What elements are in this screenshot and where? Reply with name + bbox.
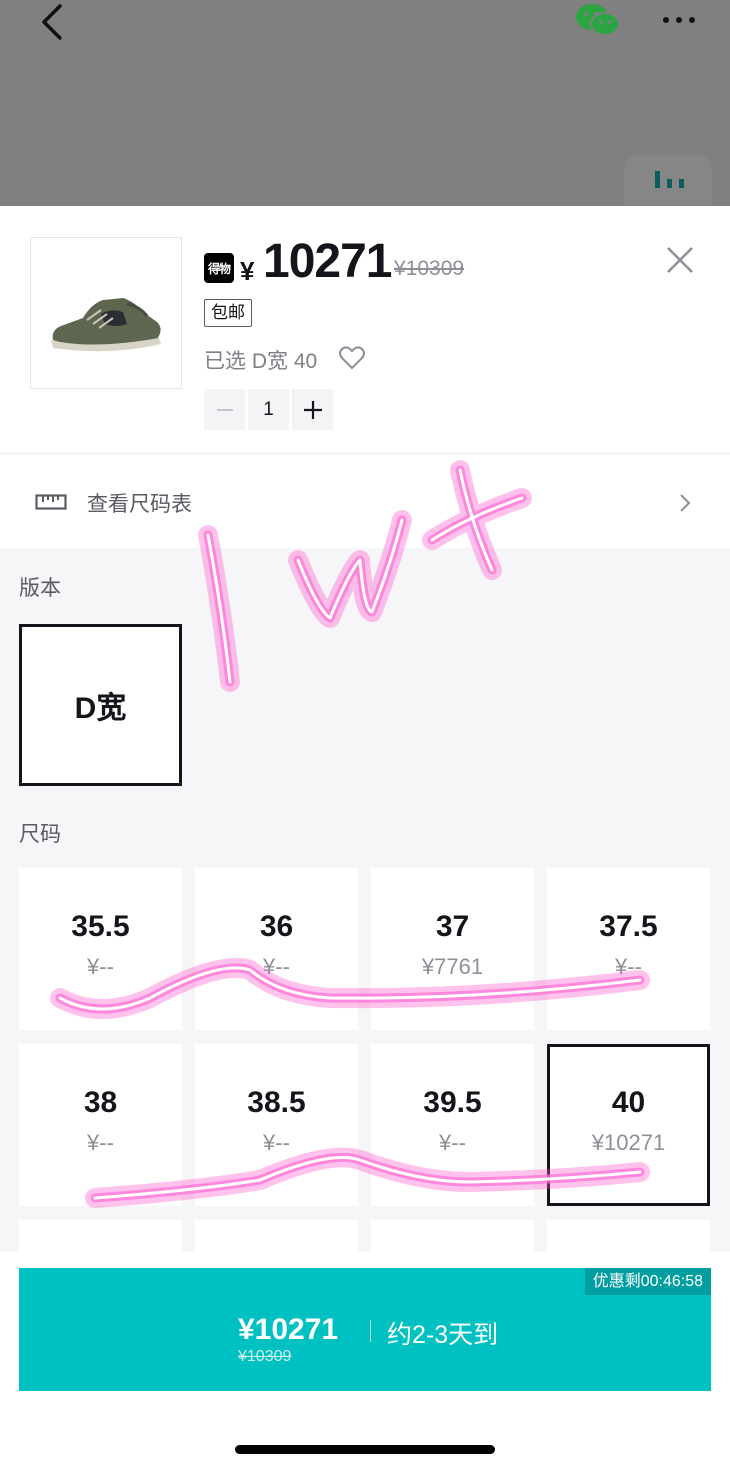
size-number: 35.5 — [71, 910, 130, 943]
selected-sku-text: 已选 D宽 40 — [204, 350, 318, 373]
size-option-35-5[interactable]: 35.5 ¥-- — [19, 868, 182, 1030]
quantity-value[interactable]: 1 — [248, 389, 289, 430]
brand-logo: 得物 — [204, 253, 234, 283]
wechat-icon — [576, 4, 620, 36]
currency-symbol: ¥ — [240, 256, 255, 286]
size-option-39-5[interactable]: 39.5 ¥-- — [371, 1044, 534, 1206]
size-price: ¥-- — [87, 1130, 114, 1155]
more-dots-icon — [663, 17, 695, 23]
size-number: 38 — [83, 1086, 118, 1119]
dimmed-page-overlay[interactable] — [0, 0, 730, 209]
quantity-increase-button[interactable] — [292, 389, 333, 430]
bars-icon — [655, 171, 684, 188]
size-section-label: 尺码 — [19, 823, 61, 846]
home-indicator — [235, 1445, 495, 1454]
close-button[interactable] — [660, 240, 700, 280]
close-icon — [667, 247, 693, 273]
size-price: ¥-- — [615, 954, 642, 979]
separator — [370, 1320, 371, 1342]
minus-icon — [216, 408, 233, 411]
product-price: 10271 — [263, 235, 392, 288]
bottom-action-bar: ¥10271 ¥10309 约2-3天到 优惠剩00:46:58 — [0, 1252, 730, 1470]
chevron-right-icon — [680, 494, 691, 512]
quantity-decrease-button[interactable] — [204, 389, 245, 430]
ruler-icon — [35, 494, 67, 510]
size-number: 38.5 — [247, 1086, 306, 1119]
size-option-37-5[interactable]: 37.5 ¥-- — [547, 868, 710, 1030]
more-button[interactable] — [656, 2, 702, 38]
size-price: ¥7761 — [421, 954, 484, 979]
original-price: ¥10309 — [394, 257, 465, 280]
version-section-label: 版本 — [19, 577, 61, 600]
promo-countdown-badge: 优惠剩00:46:58 — [584, 1268, 711, 1295]
size-price: ¥-- — [263, 1130, 290, 1155]
free-shipping-tag: 包邮 — [204, 299, 252, 327]
version-option-d-wide[interactable]: D宽 — [19, 624, 182, 786]
product-thumbnail — [30, 237, 182, 389]
buy-button-price: ¥10271 — [238, 1313, 339, 1346]
chevron-left-icon — [42, 4, 62, 40]
size-price: ¥10271 — [591, 1130, 666, 1155]
size-chart-link[interactable]: 查看尺码表 — [0, 454, 730, 548]
sku-selector-sheet: 得物 ¥ 10271 ¥10309 包邮 已选 D宽 40 1 查看尺码表 版本… — [0, 206, 730, 1470]
size-price: ¥-- — [263, 954, 290, 979]
floating-action-button[interactable] — [624, 155, 712, 209]
size-chart-label: 查看尺码表 — [87, 493, 192, 516]
wechat-share-button[interactable] — [574, 0, 622, 40]
size-number: 40 — [611, 1086, 646, 1119]
size-option-38-5[interactable]: 38.5 ¥-- — [195, 1044, 358, 1206]
size-price: ¥-- — [439, 1130, 466, 1155]
sneaker-image — [51, 298, 161, 352]
size-number: 37 — [435, 910, 470, 943]
size-price: ¥-- — [87, 954, 114, 979]
back-button[interactable] — [34, 2, 74, 42]
size-option-38[interactable]: 38 ¥-- — [19, 1044, 182, 1206]
size-option-37[interactable]: 37 ¥7761 — [371, 868, 534, 1030]
size-number: 39.5 — [423, 1086, 482, 1119]
heart-icon — [339, 346, 365, 370]
delivery-estimate: 约2-3天到 — [387, 1321, 499, 1349]
plus-icon — [303, 400, 322, 419]
size-option-36[interactable]: 36 ¥-- — [195, 868, 358, 1030]
size-number: 36 — [259, 910, 294, 943]
buy-button[interactable]: ¥10271 ¥10309 约2-3天到 优惠剩00:46:58 — [19, 1268, 711, 1391]
quantity-stepper: 1 — [204, 389, 333, 430]
buy-button-original-price: ¥10309 — [238, 1348, 292, 1365]
favorite-button[interactable] — [338, 345, 366, 371]
size-option-40-selected[interactable]: 40 ¥10271 — [547, 1044, 710, 1206]
size-number: 37.5 — [599, 910, 658, 943]
